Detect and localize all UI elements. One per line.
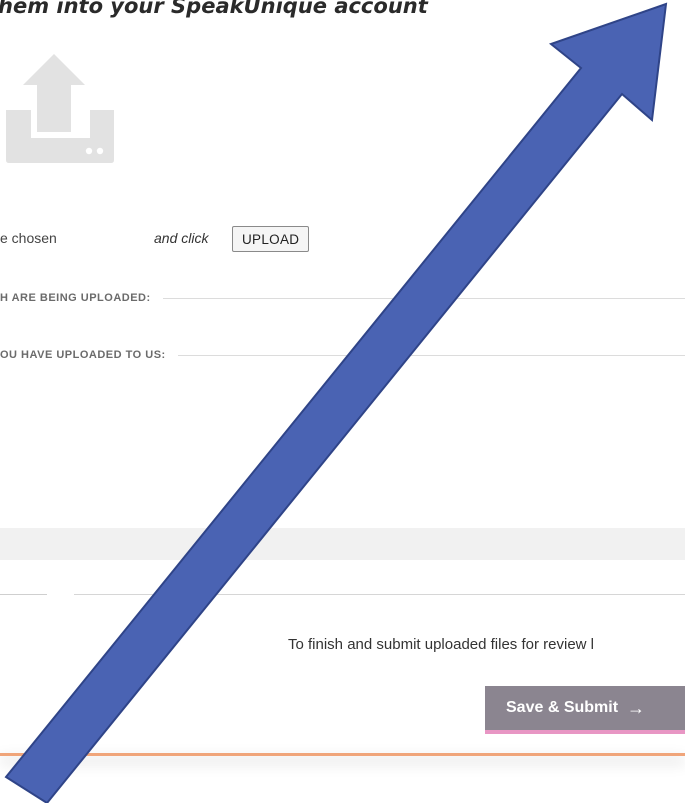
save-submit-button[interactable]: Save & Submit → (485, 686, 685, 734)
footer-accent-line (0, 753, 685, 756)
divider-right (74, 594, 685, 595)
and-click-label: and click (154, 230, 209, 246)
upload-button[interactable]: UPLOAD (232, 226, 310, 252)
save-submit-label: Save & Submit (506, 699, 619, 716)
uploaded-files-divider (177, 354, 685, 356)
finish-instructions: To finish and submit uploaded files for … (288, 636, 594, 653)
page-title: hem into your SpeakUnique account (0, 0, 428, 18)
arrow-right-icon: → (627, 697, 646, 718)
uploading-files-divider (162, 297, 685, 299)
section-band (0, 528, 685, 560)
uploaded-files-label: OU HAVE UPLOADED TO US: (0, 349, 166, 361)
uploading-files-label: H ARE BEING UPLOADED: (0, 292, 151, 304)
uploading-files-heading: H ARE BEING UPLOADED: (0, 291, 685, 305)
file-chosen-status: e chosen (0, 230, 57, 246)
divider-left (0, 594, 47, 595)
upload-tray-icon[interactable] (4, 52, 116, 166)
uploaded-files-heading: OU HAVE UPLOADED TO US: (0, 348, 685, 362)
